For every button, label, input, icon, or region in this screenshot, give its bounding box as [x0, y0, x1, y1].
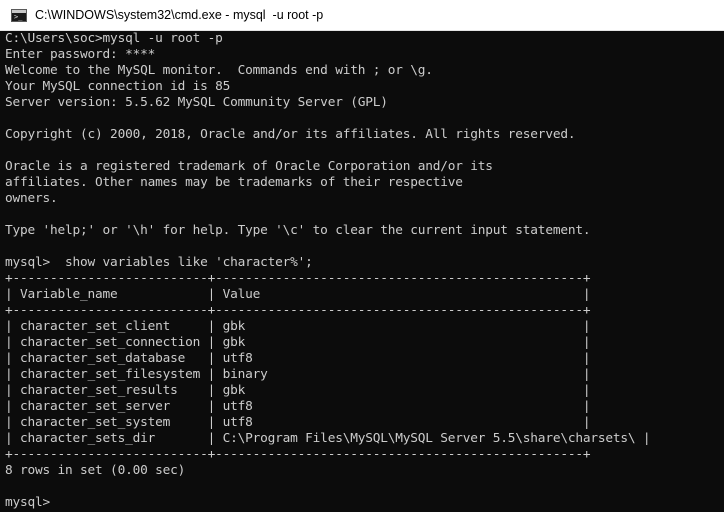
console-line: owners. [5, 191, 58, 206]
console-line: | Variable_name | Value | [5, 287, 591, 302]
console-line: affiliates. Other names may be trademark… [5, 175, 463, 190]
console-line: | character_set_server | utf8 | [5, 399, 591, 414]
console-line: +--------------------------+------------… [5, 303, 591, 318]
console-line: mysql> show variables like 'character%'; [5, 255, 313, 270]
console-line: Type 'help;' or '\h' for help. Type '\c'… [5, 223, 591, 238]
input-prompt-line[interactable]: mysql> [5, 495, 721, 511]
console-line: Welcome to the MySQL monitor. Commands e… [5, 63, 433, 78]
console-line: | character_set_client | gbk | [5, 319, 591, 334]
cmd-icon-prompt: >_ [14, 13, 23, 21]
console-line: | character_set_system | utf8 | [5, 415, 591, 430]
console-output[interactable]: C:\Users\soc>mysql -u root -p Enter passw… [5, 31, 721, 512]
console-line: | character_set_results | gbk | [5, 383, 591, 398]
console-line: +--------------------------+------------… [5, 447, 591, 462]
console-line: Enter password: **** [5, 47, 156, 62]
console-line: 8 rows in set (0.00 sec) [5, 463, 186, 478]
console-line: | character_set_connection | gbk | [5, 335, 591, 350]
console-line: +--------------------------+------------… [5, 271, 591, 286]
console-line: Copyright (c) 2000, 2018, Oracle and/or … [5, 127, 576, 142]
console-line: C:\Users\soc>mysql -u root -p [5, 31, 223, 46]
console-line: Server version: 5.5.62 MySQL Community S… [5, 95, 388, 110]
console-line: Oracle is a registered trademark of Orac… [5, 159, 493, 174]
title-bar[interactable]: >_ C:\WINDOWS\system32\cmd.exe - mysql -… [0, 0, 724, 31]
cmd-icon: >_ [11, 9, 27, 22]
console-line: | character_sets_dir | C:\Program Files\… [5, 431, 651, 446]
console-line: | character_set_filesystem | binary | [5, 367, 591, 382]
window-title: C:\WINDOWS\system32\cmd.exe - mysql -u r… [35, 8, 324, 22]
console-line: Your MySQL connection id is 85 [5, 79, 231, 94]
console-line: | character_set_database | utf8 | [5, 351, 591, 366]
cmd-window: >_ C:\WINDOWS\system32\cmd.exe - mysql -… [0, 0, 724, 512]
